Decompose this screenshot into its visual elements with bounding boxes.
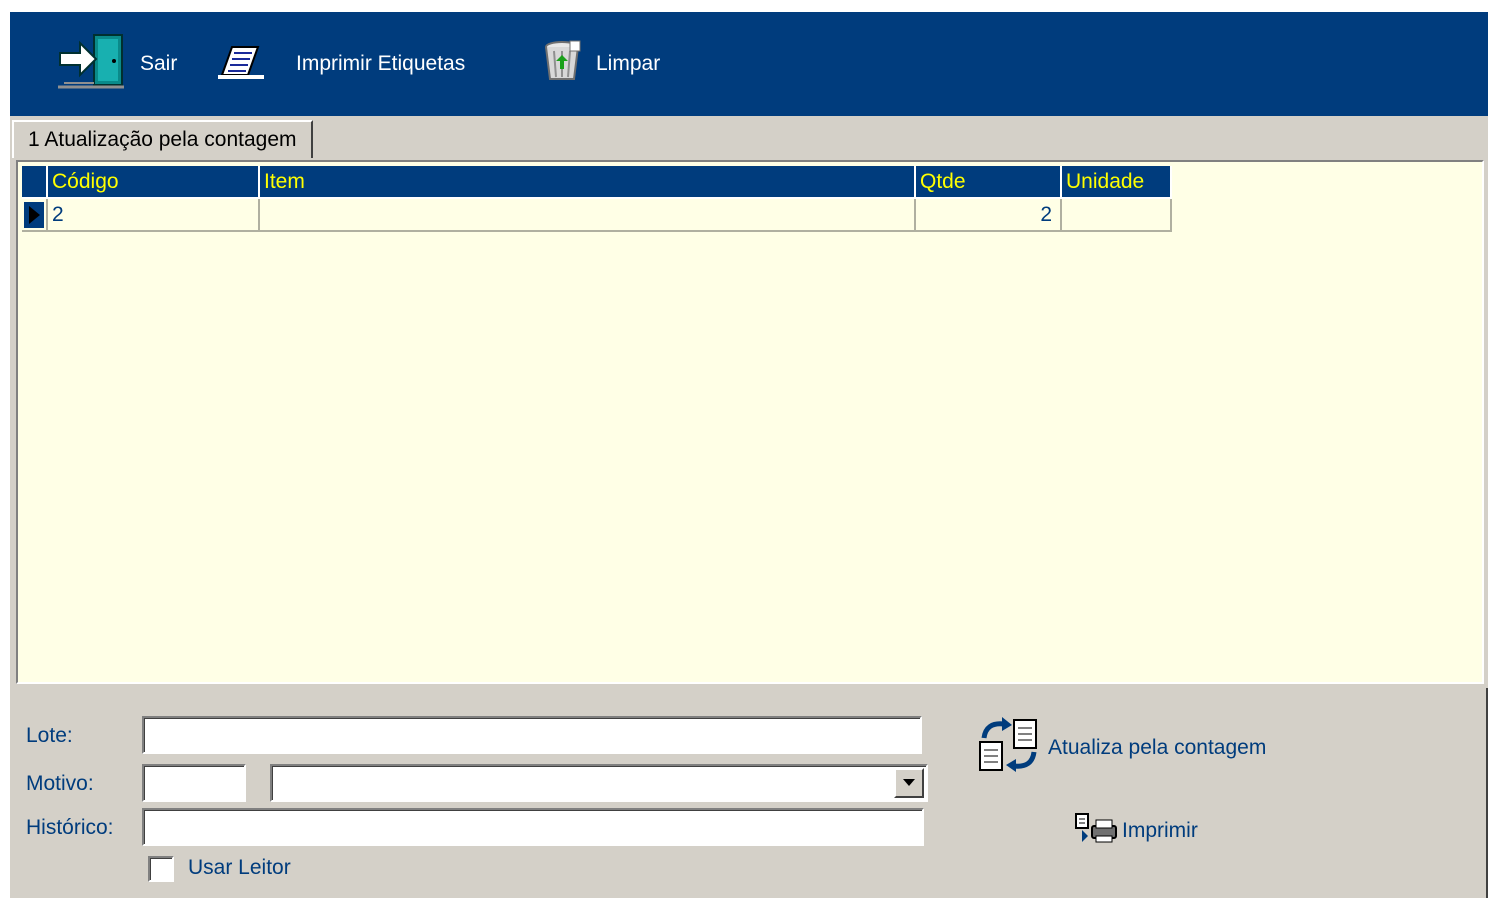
print-labels-icon	[218, 41, 266, 87]
imprimir-etiquetas-label: Imprimir Etiquetas	[296, 52, 466, 75]
column-header-unidade[interactable]: Unidade	[1062, 166, 1172, 199]
row-indicator	[22, 199, 48, 232]
lote-input[interactable]	[142, 716, 922, 754]
tab-atualizacao-contagem[interactable]: 1 Atualização pela contagem	[12, 120, 313, 158]
app-window: Sair Imprimir Etiquetas Limpar 1 Atualiz…	[10, 12, 1488, 898]
dropdown-button[interactable]	[894, 768, 924, 798]
cell-unidade[interactable]	[1062, 199, 1172, 232]
historico-label: Histórico:	[26, 816, 114, 839]
sair-label: Sair	[140, 52, 178, 75]
chevron-down-icon	[903, 779, 915, 786]
imprimir-etiquetas-button[interactable]: Imprimir Etiquetas	[218, 34, 465, 94]
column-header-qtde[interactable]: Qtde	[916, 166, 1062, 199]
refresh-documents-icon	[976, 716, 1042, 780]
printer-icon	[1074, 812, 1118, 850]
lote-label: Lote:	[26, 724, 73, 747]
imprimir-button[interactable]: Imprimir	[1074, 812, 1198, 850]
cell-item[interactable]	[260, 199, 916, 232]
historico-input[interactable]	[142, 808, 924, 846]
atualiza-label: Atualiza pela contagem	[1048, 736, 1267, 759]
limpar-button[interactable]: Limpar	[540, 34, 660, 94]
column-header-item[interactable]: Item	[260, 166, 916, 199]
data-grid[interactable]: Código Item Qtde Unidade 2 2	[22, 166, 1172, 232]
table-row[interactable]: 2 2	[22, 199, 1172, 232]
form-area: Lote: Motivo: Histórico: Usar Leitor Atu…	[10, 688, 1488, 898]
grid-header-row: Código Item Qtde Unidade	[22, 166, 1172, 199]
tab-strip: 1 Atualização pela contagem	[10, 116, 1488, 158]
recycle-bin-icon	[540, 39, 590, 89]
cell-codigo[interactable]: 2	[48, 199, 260, 232]
sair-button[interactable]: Sair	[54, 34, 177, 94]
tab-label: 1 Atualização pela contagem	[28, 128, 297, 151]
motivo-select[interactable]	[270, 764, 928, 802]
usar-leitor-label[interactable]: Usar Leitor	[188, 856, 291, 880]
exit-door-icon	[54, 31, 130, 97]
grid-panel: Código Item Qtde Unidade 2 2	[16, 160, 1484, 684]
column-header-codigo[interactable]: Código	[48, 166, 260, 199]
imprimir-label: Imprimir	[1122, 819, 1198, 842]
usar-leitor-checkbox[interactable]	[148, 856, 174, 882]
header-indicator-cell	[22, 166, 48, 199]
current-row-arrow-icon	[24, 201, 44, 228]
motivo-label: Motivo:	[26, 772, 94, 795]
window-border	[1486, 688, 1488, 898]
atualiza-pela-contagem-button[interactable]: Atualiza pela contagem	[976, 716, 1266, 780]
limpar-label: Limpar	[596, 52, 661, 75]
motivo-code-input[interactable]	[142, 764, 246, 802]
cell-qtde[interactable]: 2	[916, 199, 1062, 232]
toolbar: Sair Imprimir Etiquetas Limpar	[10, 12, 1488, 116]
